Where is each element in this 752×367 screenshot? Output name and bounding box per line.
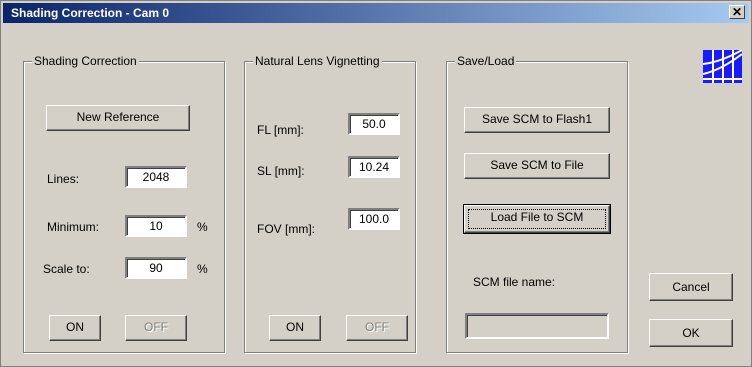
minimum-unit: % [197,220,208,234]
save-scm-file-button[interactable]: Save SCM to File [464,153,610,179]
scm-file-name-field [465,313,609,339]
vignetting-group: Natural Lens Vignetting [244,54,416,353]
shading-on-button[interactable]: ON [49,315,101,341]
shading-off-button[interactable]: OFF [125,315,187,341]
ok-label: OK [682,326,700,340]
save-scm-flash-label: Save SCM to Flash1 [481,112,593,126]
scale-label: Scale to: [43,262,90,276]
cancel-label: Cancel [672,280,710,294]
ok-button[interactable]: OK [649,319,733,347]
window-title: Shading Correction - Cam 0 [11,6,170,20]
fov-label: FOV [mm]: [257,222,315,236]
minimum-field[interactable] [125,215,187,237]
shading-correction-group-label: Shading Correction [32,54,139,68]
load-file-scm-button[interactable]: Load File to SCM [463,204,611,234]
scm-file-name-label: SCM file name: [473,275,556,289]
sl-field[interactable] [348,156,400,178]
lines-field[interactable] [125,166,187,188]
vignetting-off-label: OFF [365,320,389,334]
shading-correction-dialog: Shading Correction - Cam 0 ✕ Shading Cor… [0,0,752,367]
title-bar[interactable]: Shading Correction - Cam 0 ✕ [3,3,749,23]
fl-field[interactable] [348,113,400,135]
save-scm-file-label: Save SCM to File [490,158,584,172]
minimum-label: Minimum: [47,220,100,234]
new-reference-label: New Reference [76,110,160,124]
vignetting-group-label: Natural Lens Vignetting [253,54,382,68]
sl-label: SL [mm]: [257,164,305,178]
fl-label: FL [mm]: [257,123,304,137]
cancel-button[interactable]: Cancel [649,273,733,301]
shading-on-label: ON [66,320,84,334]
close-icon: ✕ [731,5,743,19]
vignetting-on-button[interactable]: ON [269,315,321,341]
save-load-group-label: Save/Load [455,54,517,68]
load-file-scm-label: Load File to SCM [490,210,584,224]
app-logo-icon [703,50,742,83]
close-button[interactable]: ✕ [729,5,745,19]
scale-unit: % [197,262,208,276]
save-scm-flash-button[interactable]: Save SCM to Flash1 [464,107,610,133]
scale-field[interactable] [125,257,187,279]
lines-label: Lines: [47,172,80,186]
vignetting-off-button[interactable]: OFF [346,315,408,341]
fov-field[interactable] [348,208,400,230]
shading-off-label: OFF [144,320,168,334]
vignetting-on-label: ON [286,320,304,334]
new-reference-button[interactable]: New Reference [46,105,190,131]
